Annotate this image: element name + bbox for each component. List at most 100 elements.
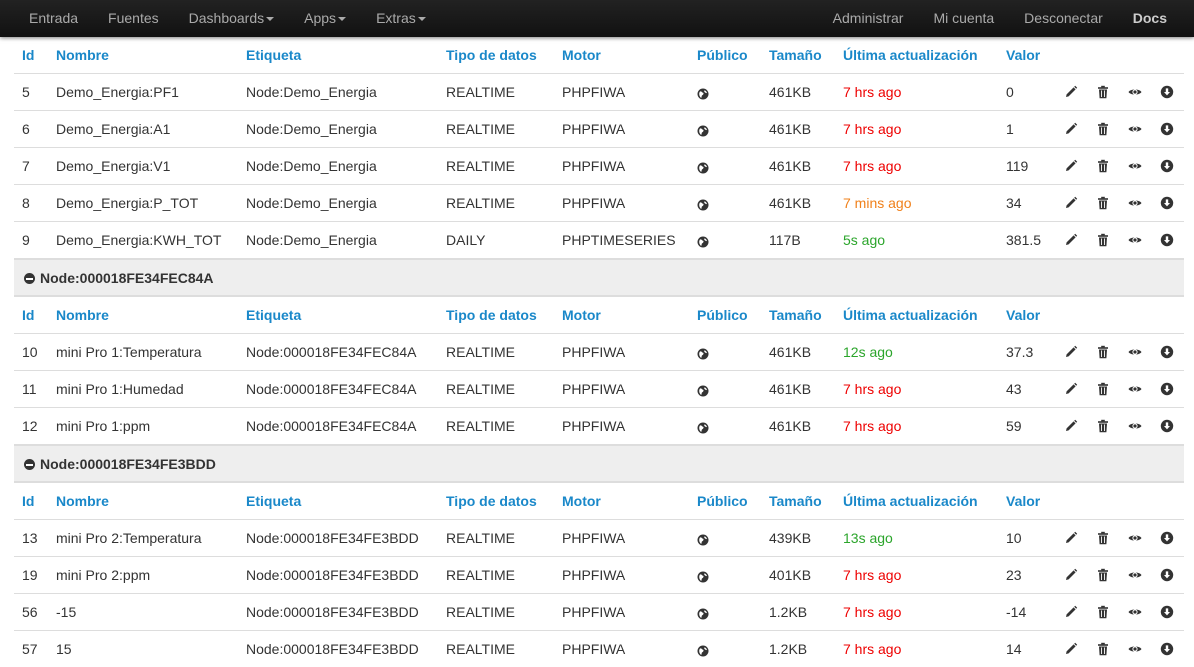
column-header-name[interactable]: Nombre (56, 37, 109, 74)
globe-icon[interactable] (697, 384, 709, 397)
column-header-public[interactable]: Público (697, 37, 748, 74)
column-header-engine[interactable]: Motor (562, 37, 601, 74)
column-header-updated[interactable]: Última actualización (843, 37, 978, 74)
column-header-updated[interactable]: Última actualización (843, 483, 978, 520)
globe-icon[interactable] (697, 198, 709, 211)
globe-icon[interactable] (697, 161, 709, 174)
pencil-icon[interactable] (1064, 382, 1078, 396)
nav-administrar-link[interactable]: Administrar (818, 0, 919, 37)
pencil-icon[interactable] (1064, 233, 1078, 247)
download-icon[interactable] (1160, 531, 1174, 545)
nav-desconectar-link[interactable]: Desconectar (1009, 0, 1118, 37)
trash-icon[interactable] (1096, 642, 1110, 656)
globe-icon[interactable] (697, 570, 709, 583)
eye-icon[interactable] (1128, 122, 1142, 136)
globe-icon[interactable] (697, 644, 709, 657)
column-header-updated[interactable]: Última actualización (843, 297, 978, 334)
column-header-id[interactable]: Id (22, 483, 34, 520)
column-header-size[interactable]: Tamaño (769, 297, 822, 334)
download-icon[interactable] (1160, 642, 1174, 656)
trash-icon[interactable] (1096, 122, 1110, 136)
trash-icon[interactable] (1096, 605, 1110, 619)
eye-icon[interactable] (1128, 531, 1142, 545)
column-header-id[interactable]: Id (22, 297, 34, 334)
column-header-id[interactable]: Id (22, 37, 34, 74)
column-header-tag[interactable]: Etiqueta (246, 297, 301, 334)
trash-icon[interactable] (1096, 233, 1110, 247)
download-icon[interactable] (1160, 196, 1174, 210)
column-header-tag[interactable]: Etiqueta (246, 483, 301, 520)
node-group-header[interactable]: Node:000018FE34FEC84A (14, 259, 1184, 297)
download-icon[interactable] (1160, 159, 1174, 173)
column-header-engine[interactable]: Motor (562, 483, 601, 520)
trash-icon[interactable] (1096, 568, 1110, 582)
trash-icon[interactable] (1096, 159, 1110, 173)
nav-mi-cuenta-link[interactable]: Mi cuenta (918, 0, 1009, 37)
eye-icon[interactable] (1128, 159, 1142, 173)
node-group-header[interactable]: Node:000018FE34FE3BDD (14, 445, 1184, 483)
pencil-icon[interactable] (1064, 345, 1078, 359)
globe-icon[interactable] (697, 421, 709, 434)
globe-icon[interactable] (697, 235, 709, 248)
pencil-icon[interactable] (1064, 85, 1078, 99)
pencil-icon[interactable] (1064, 122, 1078, 136)
nav-fuentes-link[interactable]: Fuentes (93, 0, 174, 37)
trash-icon[interactable] (1096, 382, 1110, 396)
eye-icon[interactable] (1128, 605, 1142, 619)
column-header-type[interactable]: Tipo de datos (446, 297, 537, 334)
globe-icon[interactable] (697, 533, 709, 546)
trash-icon[interactable] (1096, 531, 1110, 545)
column-header-type[interactable]: Tipo de datos (446, 483, 537, 520)
download-icon[interactable] (1160, 382, 1174, 396)
column-header-type[interactable]: Tipo de datos (446, 37, 537, 74)
column-header-value[interactable]: Valor (1006, 483, 1040, 520)
column-header-public[interactable]: Público (697, 297, 748, 334)
download-icon[interactable] (1160, 345, 1174, 359)
nav-extras-link[interactable]: Extras (361, 0, 441, 37)
column-header-public[interactable]: Público (697, 483, 748, 520)
eye-icon[interactable] (1128, 568, 1142, 582)
eye-icon[interactable] (1128, 196, 1142, 210)
eye-icon[interactable] (1128, 419, 1142, 433)
nav-entrada-link[interactable]: Entrada (14, 0, 93, 37)
nav-docs-link[interactable]: Docs (1118, 0, 1182, 37)
collapse-minus-icon[interactable] (24, 459, 35, 470)
column-header-value[interactable]: Valor (1006, 297, 1040, 334)
globe-icon[interactable] (697, 347, 709, 360)
eye-icon[interactable] (1128, 382, 1142, 396)
column-header-tag[interactable]: Etiqueta (246, 37, 301, 74)
download-icon[interactable] (1160, 85, 1174, 99)
download-icon[interactable] (1160, 605, 1174, 619)
globe-icon[interactable] (697, 124, 709, 137)
pencil-icon[interactable] (1064, 159, 1078, 173)
globe-icon[interactable] (697, 87, 709, 100)
pencil-icon[interactable] (1064, 605, 1078, 619)
nav-apps-link[interactable]: Apps (289, 0, 361, 37)
download-icon[interactable] (1160, 122, 1174, 136)
trash-icon[interactable] (1096, 345, 1110, 359)
globe-icon[interactable] (697, 607, 709, 620)
pencil-icon[interactable] (1064, 531, 1078, 545)
pencil-icon[interactable] (1064, 642, 1078, 656)
column-header-name[interactable]: Nombre (56, 483, 109, 520)
trash-icon[interactable] (1096, 85, 1110, 99)
column-header-size[interactable]: Tamaño (769, 37, 822, 74)
download-icon[interactable] (1160, 568, 1174, 582)
download-icon[interactable] (1160, 419, 1174, 433)
pencil-icon[interactable] (1064, 419, 1078, 433)
trash-icon[interactable] (1096, 196, 1110, 210)
pencil-icon[interactable] (1064, 568, 1078, 582)
pencil-icon[interactable] (1064, 196, 1078, 210)
column-header-name[interactable]: Nombre (56, 297, 109, 334)
column-header-engine[interactable]: Motor (562, 297, 601, 334)
column-header-size[interactable]: Tamaño (769, 483, 822, 520)
eye-icon[interactable] (1128, 642, 1142, 656)
eye-icon[interactable] (1128, 85, 1142, 99)
nav-dashboards-link[interactable]: Dashboards (174, 0, 290, 37)
download-icon[interactable] (1160, 233, 1174, 247)
eye-icon[interactable] (1128, 345, 1142, 359)
trash-icon[interactable] (1096, 419, 1110, 433)
column-header-value[interactable]: Valor (1006, 37, 1040, 74)
collapse-minus-icon[interactable] (24, 273, 35, 284)
eye-icon[interactable] (1128, 233, 1142, 247)
